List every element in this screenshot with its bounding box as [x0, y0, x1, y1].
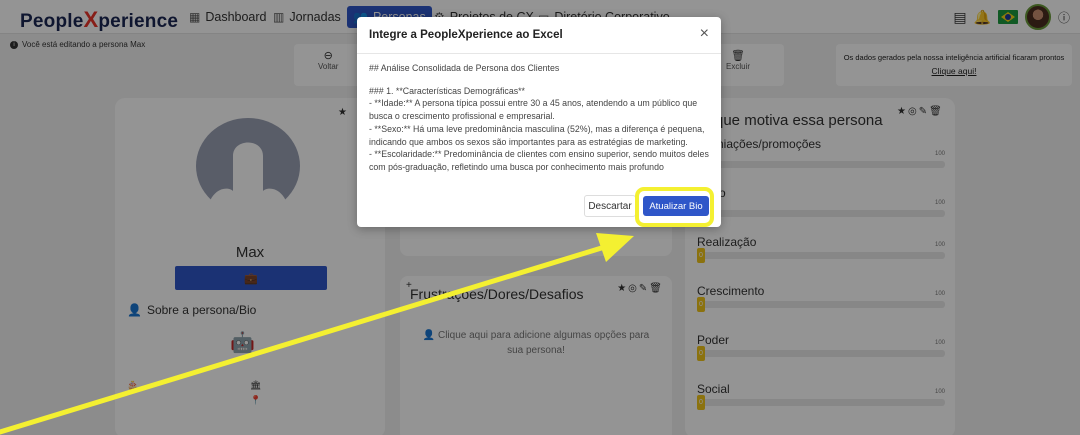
annotation-arrow: [0, 233, 634, 435]
